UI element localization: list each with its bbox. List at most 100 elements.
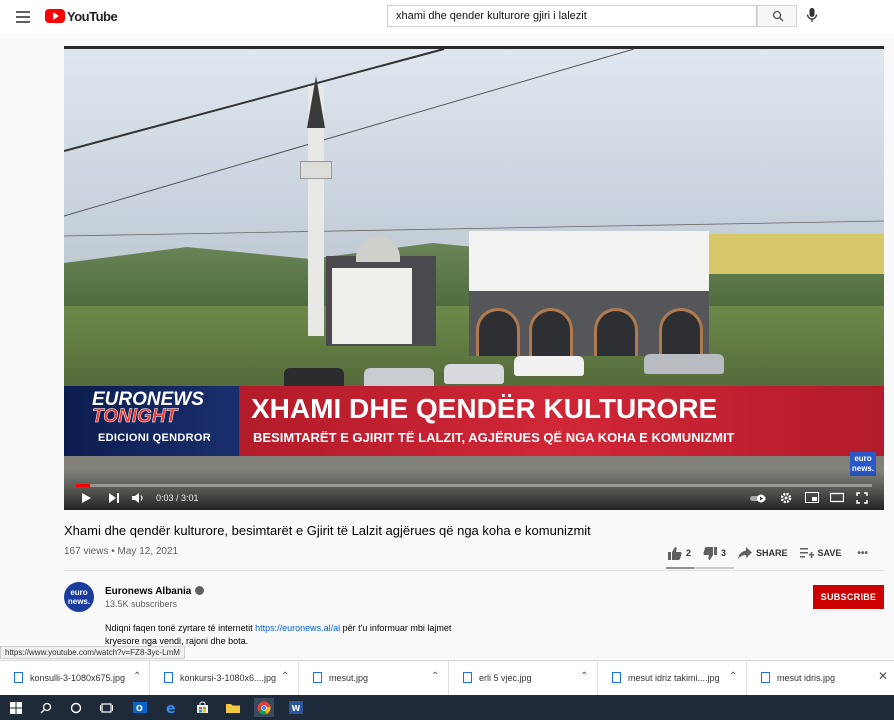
like-button[interactable]: 2 [668,546,691,560]
youtube-logo[interactable]: YouTube [45,8,118,24]
parked-cars [284,346,784,388]
volume-icon[interactable] [131,492,144,504]
channel-name[interactable]: Euronews Albania [105,585,205,597]
subheadline-text: BESIMTARËT E GJIRIT TË LALZIT, AGJËRUES … [253,430,735,445]
headline-panel: XHAMI DHE QENDËR KULTURORE BESIMTARËT E … [239,386,884,456]
file-icon [313,672,322,683]
svg-text:e: e [166,701,176,715]
store-icon[interactable] [192,698,212,717]
chevron-up-icon[interactable]: ⌃ [729,671,737,682]
svg-text:W: W [292,704,301,713]
cortana-icon[interactable] [66,698,86,717]
mic-icon[interactable] [806,7,818,23]
theater-icon[interactable] [830,492,844,503]
car [444,364,504,384]
download-item[interactable]: konkursi-3-1080x6....jpg ⌃ [150,661,299,696]
power-lines [64,48,884,237]
download-filename: erli 5 vjec.jpg [479,673,532,683]
search-button[interactable] [757,5,797,27]
download-filename: konsulli-3-1080x675.jpg [30,673,126,683]
description-text-cont: për t'u informuar mbi lajmet [340,623,452,633]
video-frame-buildings [704,234,884,274]
save-button[interactable]: SAVE [799,547,841,559]
chevron-up-icon[interactable]: ⌃ [281,671,289,682]
file-icon [164,672,173,683]
taskbar-search-icon[interactable] [36,698,56,717]
more-actions-icon: ••• [857,547,868,559]
share-icon [738,547,753,559]
description-link[interactable]: https://euronews.al/al [255,623,340,633]
logo-text: YouTube [67,8,118,24]
thumbs-up-icon [668,546,682,560]
progress-bar[interactable] [76,484,872,487]
status-url-tooltip: https://www.youtube.com/watch?v=FZ8-3yc-… [0,646,185,659]
youtube-play-logo-icon [45,9,65,23]
word-icon[interactable]: W [286,698,306,717]
car [364,368,434,388]
dislike-count: 3 [721,548,727,558]
dislike-button[interactable]: 3 [703,546,727,560]
chevron-up-icon[interactable]: ⌃ [580,671,588,682]
sentiment-bar [666,567,734,569]
share-button[interactable]: SHARE [738,547,788,559]
miniplayer-icon[interactable] [805,492,819,503]
windows-icon[interactable] [6,698,26,717]
search-input[interactable]: xhami dhe qender kulturore gjiri i lalez… [387,5,757,27]
video-description: Ndiqni faqen tonë zyrtare të internetit … [105,622,505,648]
video-meta: 167 views • May 12, 2021 [64,546,179,557]
download-item[interactable]: konsulli-3-1080x675.jpg ⌃ [0,661,150,696]
autoplay-toggle[interactable] [750,494,768,503]
download-filename: konkursi-3-1080x6....jpg [180,673,277,683]
download-filename: mesut idris.jpg [777,673,836,683]
mosque-facade [332,268,412,344]
video-title: Xhami dhe qendër kulturore, besimtarët e… [64,523,591,538]
sentiment-fill [666,567,694,569]
minaret-cap [307,76,325,128]
avatar[interactable]: euro news. [64,582,94,612]
video-actions: 2 3 SHARE SAVE ••• [668,545,880,561]
outlook-icon[interactable]: O [130,698,150,717]
description-text: Ndiqni faqen tonë zyrtare të internetit [105,623,256,633]
save-icon [799,548,814,558]
channel-name-text: Euronews Albania [105,586,192,597]
menu-icon[interactable] [16,11,30,23]
time-display: 0:03 / 3:01 [156,493,199,503]
headline-text: XHAMI DHE QENDËR KULTURORE [251,393,718,424]
download-item[interactable]: mesut idris.jpg [747,661,867,696]
settings-icon[interactable] [780,492,792,504]
subscribe-button[interactable]: SUBSCRIBE [813,585,884,609]
chevron-up-icon[interactable]: ⌃ [133,671,141,682]
download-item[interactable]: mesut.jpg ⌃ [299,661,449,696]
video-player[interactable]: EURONEWS TONIGHT EDICIONI QENDROR XHAMI … [64,46,884,510]
progress-fill [76,484,90,487]
car [644,354,724,374]
file-icon [612,672,621,683]
car [284,368,344,388]
task-view-icon[interactable] [96,698,116,717]
explorer-icon[interactable] [223,698,243,717]
more-actions-button[interactable]: ••• [853,548,868,559]
fullscreen-icon[interactable] [856,492,868,504]
svg-text:O: O [136,704,143,713]
masthead: YouTube xhami dhe qender kulturore gjiri… [0,0,894,34]
divider [64,570,884,571]
download-filename: mesut idriz takimi....jpg [628,673,720,683]
file-icon [463,672,472,683]
next-icon[interactable] [108,492,120,504]
download-item[interactable]: erli 5 vjec.jpg ⌃ [449,661,598,696]
download-filename: mesut.jpg [329,673,369,683]
chevron-up-icon[interactable]: ⌃ [431,671,439,682]
file-icon [761,672,770,683]
show-brand-panel: EURONEWS TONIGHT EDICIONI QENDROR [64,386,239,456]
minaret-balcony [300,161,332,179]
close-icon[interactable]: ✕ [878,669,888,683]
windows-taskbar: O e W [0,695,894,720]
play-icon[interactable] [80,492,92,504]
search-icon [772,10,784,22]
player-controls: 0:03 / 3:01 [64,470,884,510]
description-line-2: kryesore nga vendi, rajoni dhe bota. [105,636,249,646]
download-item[interactable]: mesut idriz takimi....jpg ⌃ [598,661,747,696]
brand-line-2: TONIGHT [92,406,178,427]
edge-icon[interactable]: e [162,698,182,717]
chrome-icon[interactable] [254,698,274,717]
